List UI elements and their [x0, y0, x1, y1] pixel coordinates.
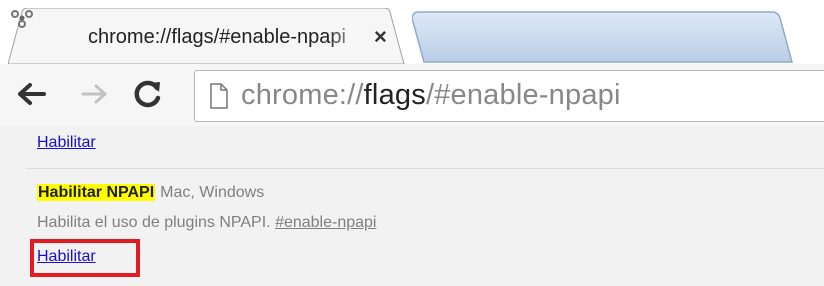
- experiment-anchor-link[interactable]: #enable-npapi: [275, 214, 376, 231]
- url-path: /#enable-npapi: [425, 79, 621, 111]
- flags-content: Habilitar Habilitar NPAPI Mac, Windows Ha…: [0, 126, 824, 286]
- tab-title: chrome://flags/#enable-npapi: [88, 26, 346, 48]
- experiment-name: Habilitar NPAPI: [37, 184, 156, 201]
- reload-icon: [134, 80, 161, 108]
- back-arrow-icon: [18, 83, 46, 105]
- address-bar[interactable]: chrome://flags/#enable-npapi: [194, 70, 824, 122]
- toolbar: chrome://flags/#enable-npapi: [0, 64, 824, 126]
- tab-strip: chrome://flags/#enable-npapi ×: [0, 0, 824, 64]
- experiment-title: Habilitar NPAPI Mac, Windows: [37, 184, 264, 202]
- url-host: flags: [363, 79, 426, 111]
- url-text: chrome://flags/#enable-npapi: [241, 79, 621, 112]
- biohazard-favicon-icon: [11, 10, 33, 28]
- reload-button[interactable]: [130, 76, 166, 112]
- back-button[interactable]: [14, 76, 50, 112]
- annotation-highlight-box: [30, 239, 140, 277]
- url-scheme: chrome://: [241, 79, 364, 111]
- close-icon[interactable]: ×: [374, 25, 387, 49]
- experiment-description-row: Habilita el uso de plugins NPAPI. #enabl…: [37, 214, 376, 232]
- page-icon: [210, 83, 228, 109]
- divider: [26, 168, 824, 169]
- experiment-description: Habilita el uso de plugins NPAPI.: [37, 214, 271, 231]
- forward-arrow-icon: [81, 84, 107, 104]
- experiment-platforms: Mac, Windows: [160, 184, 265, 201]
- new-tab-button[interactable]: [412, 10, 824, 64]
- forward-button[interactable]: [76, 76, 112, 112]
- previous-enable-link[interactable]: Habilitar: [37, 134, 96, 152]
- tab-flags[interactable]: chrome://flags/#enable-npapi ×: [8, 8, 408, 64]
